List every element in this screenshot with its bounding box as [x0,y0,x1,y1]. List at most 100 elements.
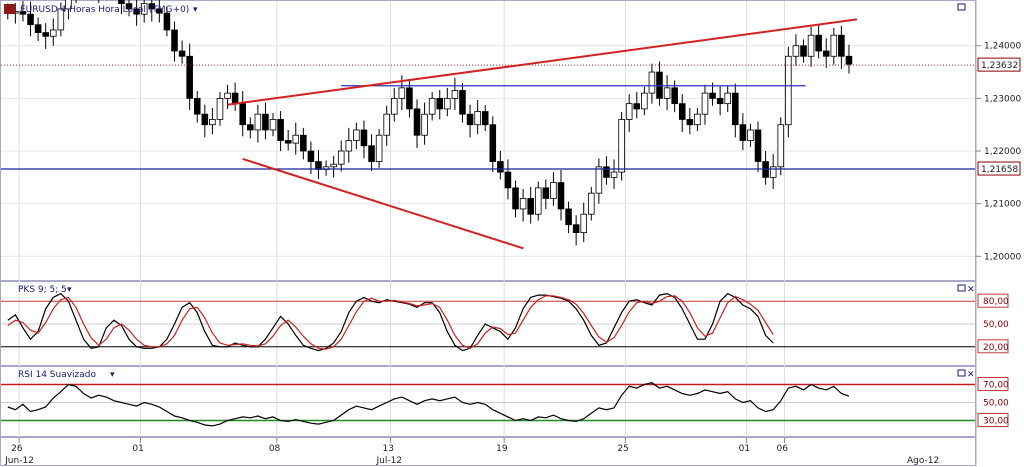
candle-body [231,92,239,105]
candle-body [701,92,709,115]
candle-body [466,113,474,126]
month-label: Jul-12 [375,456,402,466]
day-label: 08 [269,444,281,454]
candle-body [618,119,625,173]
candle-body [193,97,201,115]
pks-title: PKS 9; 5; 5 [18,285,67,295]
support-badge: 1,21658 [981,165,1018,175]
candle-body [262,113,269,131]
day-label: 06 [777,444,789,454]
price-tick-label: 1,22000 [984,147,1021,157]
price-tick-label: 1,24000 [984,42,1021,52]
candle-body [163,12,171,31]
candle-body [777,124,785,168]
candle-body [368,145,375,162]
rsi-close-icon[interactable]: ✕ [967,370,975,380]
candle-body [527,198,534,215]
candle-body [792,45,800,57]
candle-body [307,150,315,162]
rsi-title: RSI 14 Suavizado [18,370,97,380]
candle-body [716,97,724,105]
candle-body [345,140,353,152]
candle-body [815,34,822,52]
candle-body [247,124,254,131]
month-label: Ago-12 [907,456,939,466]
candle-body [686,119,694,126]
candle-body [747,129,754,141]
day-label: 19 [496,444,508,454]
candle-body [595,166,603,194]
candle-body [451,90,459,99]
candle-body [800,45,807,57]
candle-body [497,161,504,173]
candle-body [534,187,542,215]
symbol-flag-icon[interactable] [4,4,16,14]
pks-dropdown-icon[interactable]: ▾ [67,285,72,295]
candle-body [239,103,246,126]
candle-body [436,97,444,110]
price-panel-frame [0,0,976,281]
candle-body [428,97,436,115]
candle-body [504,171,512,189]
candle-body [224,92,231,99]
rsi-panel-frame [0,366,976,437]
candle-body [785,55,792,126]
candle-body [49,29,57,37]
candle-body [830,34,838,57]
candle-body [769,166,777,178]
candle-body [254,113,262,131]
day-label: 25 [617,444,628,454]
candle-body [444,97,451,110]
candle-body [754,129,762,162]
candle-body [459,90,466,115]
indicator-level-label: 50,00 [983,320,1009,330]
pks-close-icon[interactable]: ✕ [967,285,975,295]
candle-body [663,87,671,99]
title-dropdown-icon[interactable]: ▾ [193,5,198,15]
candle-body [269,119,277,131]
indicator-level-label: 50,00 [983,399,1009,409]
candle-body [625,103,633,120]
candle-body [201,113,209,126]
candle-body [413,108,421,136]
candle-body [186,55,193,99]
candle-body [641,92,648,110]
candle-body [572,224,580,234]
date-axis-frame [0,437,976,466]
candle-body [330,163,337,168]
indicator-level-label: 20,00 [983,343,1009,353]
candle-body [603,166,610,178]
candle-body [512,187,519,210]
price-tick-label: 1,21000 [984,200,1021,210]
candle-body [292,134,300,144]
day-label: 01 [739,444,750,454]
candle-body [178,50,186,57]
candle-body [398,87,406,99]
candle-body [633,103,641,110]
candle-body [421,113,428,136]
candle-body [557,182,565,210]
candle-body [406,87,413,110]
candle-body [353,129,360,141]
candle-body [284,140,292,144]
candle-body [300,134,307,152]
candle-body [209,119,216,126]
candle-body [739,124,747,141]
candle-body [337,150,345,165]
candle-body [724,92,731,105]
day-label: 26 [11,444,23,454]
candle-body [588,192,595,215]
candle-body [845,55,853,65]
current-price-badge: 1,23632 [981,61,1018,71]
candle-body [383,113,390,136]
candle-body [822,50,830,57]
candle-body [678,103,686,120]
rsi-dropdown-icon[interactable]: ▾ [110,370,115,380]
candle-body [118,0,125,5]
candle-body [565,208,572,226]
candle-body [489,124,497,162]
candle-body [709,92,716,99]
forex-chart: 26 01 08 13 19 25 01 06 Jun-12 Jul-12 Ago-12 1,2400… [0,0,1021,466]
candle-body [277,119,284,141]
candle-body [648,71,656,94]
